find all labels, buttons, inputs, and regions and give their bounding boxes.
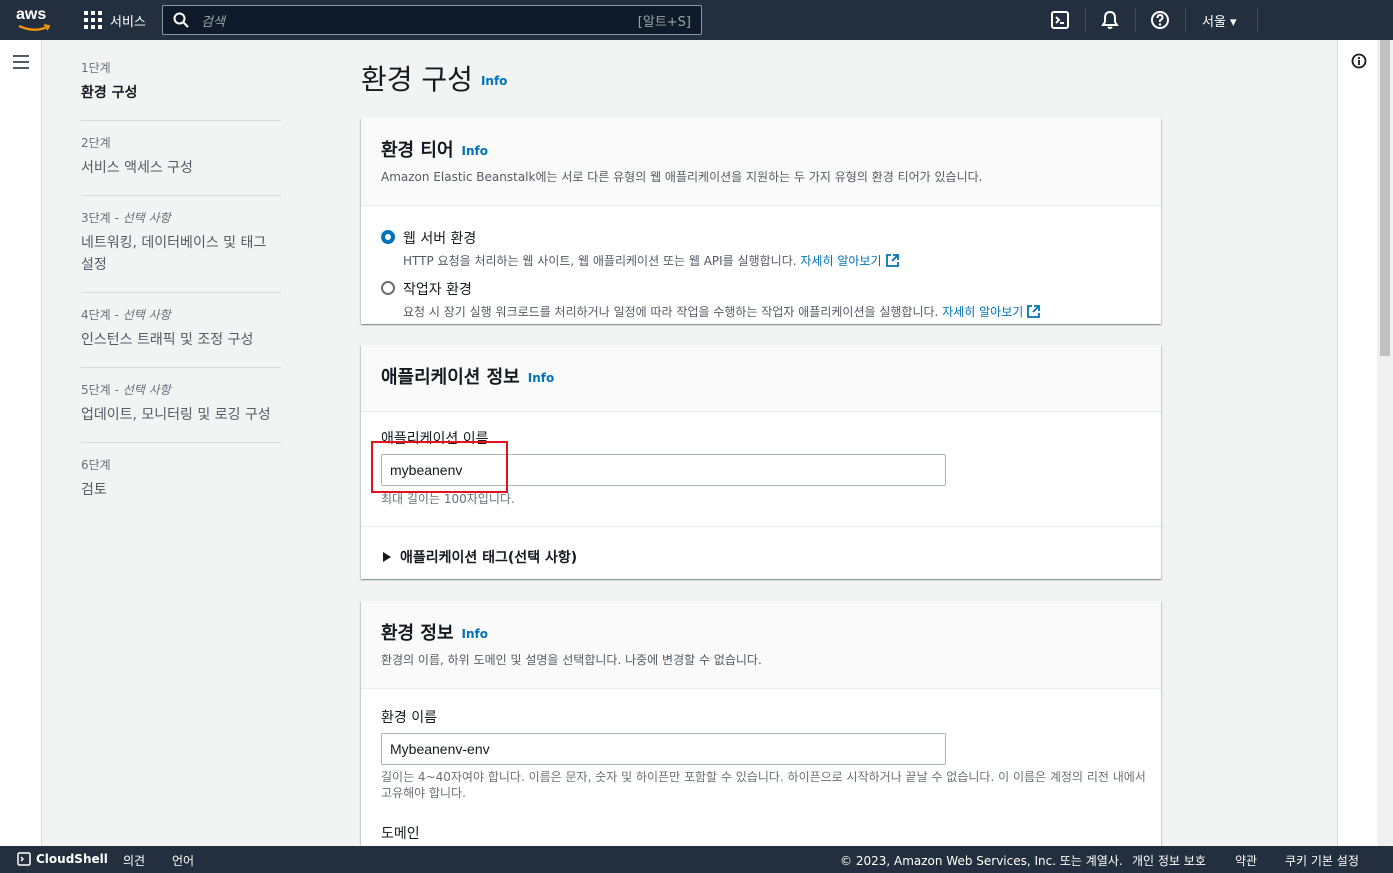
domain-label: 도메인: [381, 826, 420, 842]
environment-name-input[interactable]: [381, 733, 946, 765]
step-number: 4단계 -: [81, 308, 123, 322]
info-panel-icon[interactable]: [1351, 53, 1367, 69]
step-title: 인스턴스 트래픽 및 조정 구성: [81, 332, 254, 348]
privacy-link[interactable]: 개인 정보 보호: [1132, 852, 1206, 869]
radio-web-server[interactable]: 웹 서버 환경 HTTP 요청을 처리하는 웹 사이트, 웹 애플리케이션 또는…: [381, 228, 1141, 269]
step-optional: 선택 사항: [122, 383, 171, 397]
help-panel-rail: [1337, 40, 1377, 846]
step-title: 서비스 액세스 구성: [81, 160, 193, 176]
card-description: Amazon Elastic Beanstalk에는 서로 다른 유형의 웹 애…: [381, 170, 983, 184]
cloudshell-icon[interactable]: [1050, 10, 1070, 30]
radio-description: HTTP 요청을 처리하는 웹 사이트, 웹 애플리케이션 또는 웹 API를 …: [403, 254, 797, 268]
terms-link[interactable]: 약관: [1235, 852, 1257, 869]
radio-label: 작업자 환경: [403, 282, 472, 298]
cloudshell-label: CloudShell: [36, 852, 108, 866]
wizard-step-2[interactable]: 2단계 서비스 액세스 구성: [81, 135, 281, 196]
step-number: 1단계: [81, 61, 111, 75]
top-navigation: aws 서비스 검색 [알트+S] 서울 ▾: [0, 0, 1393, 40]
wizard-step-4[interactable]: 4단계 - 선택 사항 인스턴스 트래픽 및 조정 구성: [81, 307, 281, 368]
services-grid-icon: [84, 11, 102, 29]
nav-divider: [1257, 8, 1258, 32]
step-optional: 선택 사항: [122, 308, 171, 322]
card-title: 애플리케이션 정보: [381, 367, 520, 388]
region-selector[interactable]: 서울 ▾: [1202, 11, 1237, 30]
step-title: 환경 구성: [81, 85, 138, 101]
page-scrollbar[interactable]: [1377, 40, 1393, 846]
help-icon[interactable]: [1150, 10, 1170, 30]
nav-divider: [1085, 8, 1086, 32]
step-number: 6단계: [81, 458, 111, 472]
radio-label: 웹 서버 환경: [403, 231, 477, 247]
caret-right-icon: [383, 552, 391, 562]
wizard-steps: 1단계 환경 구성 2단계 서비스 액세스 구성 3단계 - 선택 사항 네트워…: [81, 60, 281, 531]
language-selector[interactable]: 언어: [172, 852, 194, 869]
side-navigation-panel: [0, 40, 42, 846]
notifications-bell-icon[interactable]: [1100, 10, 1120, 30]
step-number: 5단계 -: [81, 383, 123, 397]
nav-divider: [1185, 8, 1186, 32]
external-link-icon: [1027, 305, 1041, 318]
radio-button-checked[interactable]: [381, 230, 395, 244]
wizard-step-5[interactable]: 5단계 - 선택 사항 업데이트, 모니터링 및 로깅 구성: [81, 382, 281, 443]
step-optional: 선택 사항: [122, 211, 171, 225]
radio-worker[interactable]: 작업자 환경 요청 시 장기 실행 워크로드를 처리하거나 일정에 따라 작업을…: [381, 279, 1141, 320]
radio-button-unchecked[interactable]: [381, 281, 395, 295]
learn-more-link[interactable]: 자세히 알아보기: [800, 254, 899, 268]
card-header: 환경 정보 Info 환경의 이름, 하위 도메인 및 설명을 선택합니다. 나중…: [361, 601, 1161, 689]
application-tags-expander[interactable]: 애플리케이션 태그(선택 사항): [383, 547, 1139, 567]
nav-divider: [1135, 8, 1136, 32]
page-title: 환경 구성 Info: [361, 58, 507, 98]
card-title: 환경 정보: [381, 623, 454, 644]
aws-logo[interactable]: aws: [16, 6, 54, 34]
learn-more-text: 자세히 알아보기: [942, 305, 1024, 319]
search-input[interactable]: 검색 [알트+S]: [162, 5, 702, 35]
search-icon: [173, 12, 189, 28]
scrollbar-thumb[interactable]: [1380, 40, 1390, 356]
card-description: 환경의 이름, 하위 도메인 및 설명을 선택합니다. 나중에 변경할 수 없습…: [381, 653, 762, 667]
environment-name-label: 환경 이름: [381, 710, 437, 726]
card-header: 환경 티어 Info Amazon Elastic Beanstalk에는 서로 …: [361, 118, 1161, 206]
wizard-step-1[interactable]: 1단계 환경 구성: [81, 60, 281, 121]
card-title: 환경 티어: [381, 140, 454, 161]
highlight-annotation-box: [371, 441, 508, 493]
search-placeholder: 검색: [201, 14, 225, 30]
copyright-text: © 2023, Amazon Web Services, Inc. 또는 계열사…: [840, 854, 1123, 868]
services-menu-button[interactable]: 서비스: [84, 10, 146, 30]
step-number: 3단계 -: [81, 211, 123, 225]
wizard-step-3[interactable]: 3단계 - 선택 사항 네트워킹, 데이터베이스 및 태그 설정: [81, 210, 281, 293]
step-title: 검토: [81, 482, 107, 498]
learn-more-text: 자세히 알아보기: [800, 254, 882, 268]
search-shortcut: [알트+S]: [637, 14, 691, 30]
services-label: 서비스: [110, 14, 146, 30]
learn-more-link[interactable]: 자세히 알아보기: [942, 305, 1041, 319]
page-title-text: 환경 구성: [361, 63, 473, 96]
cloudshell-icon: [17, 852, 31, 866]
cloudshell-button[interactable]: CloudShell: [17, 852, 108, 866]
environment-tier-card: 환경 티어 Info Amazon Elastic Beanstalk에는 서로 …: [361, 118, 1161, 324]
cookie-preferences-link[interactable]: 쿠키 기본 설정: [1285, 852, 1359, 869]
info-link[interactable]: Info: [528, 371, 554, 385]
step-title: 네트워킹, 데이터베이스 및 태그 설정: [81, 235, 267, 273]
aws-smile-icon: [18, 24, 50, 31]
radio-description: 요청 시 장기 실행 워크로드를 처리하거나 일정에 따라 작업을 수행하는 작…: [403, 305, 939, 319]
environment-info-card: 환경 정보 Info 환경의 이름, 하위 도메인 및 설명을 선택합니다. 나중…: [361, 601, 1161, 846]
step-title: 업데이트, 모니터링 및 로깅 구성: [81, 407, 271, 423]
feedback-link[interactable]: 의견: [123, 852, 145, 869]
hamburger-menu-icon[interactable]: [13, 55, 29, 69]
environment-name-hint: 길이는 4~40자여야 합니다. 이름은 문자, 숫자 및 하이픈만 포함할 수…: [381, 770, 1146, 800]
external-link-icon: [885, 254, 899, 267]
info-link[interactable]: Info: [481, 74, 507, 88]
card-header: 애플리케이션 정보 Info: [361, 345, 1161, 412]
aws-logo-text: aws: [16, 6, 47, 23]
expander-label: 애플리케이션 태그(선택 사항): [400, 550, 578, 566]
step-number: 2단계: [81, 136, 111, 150]
console-footer: CloudShell 의견 언어 © 2023, Amazon Web Serv…: [0, 846, 1393, 873]
info-link[interactable]: Info: [462, 144, 488, 158]
wizard-step-6[interactable]: 6단계 검토: [81, 457, 281, 517]
info-link[interactable]: Info: [462, 627, 488, 641]
